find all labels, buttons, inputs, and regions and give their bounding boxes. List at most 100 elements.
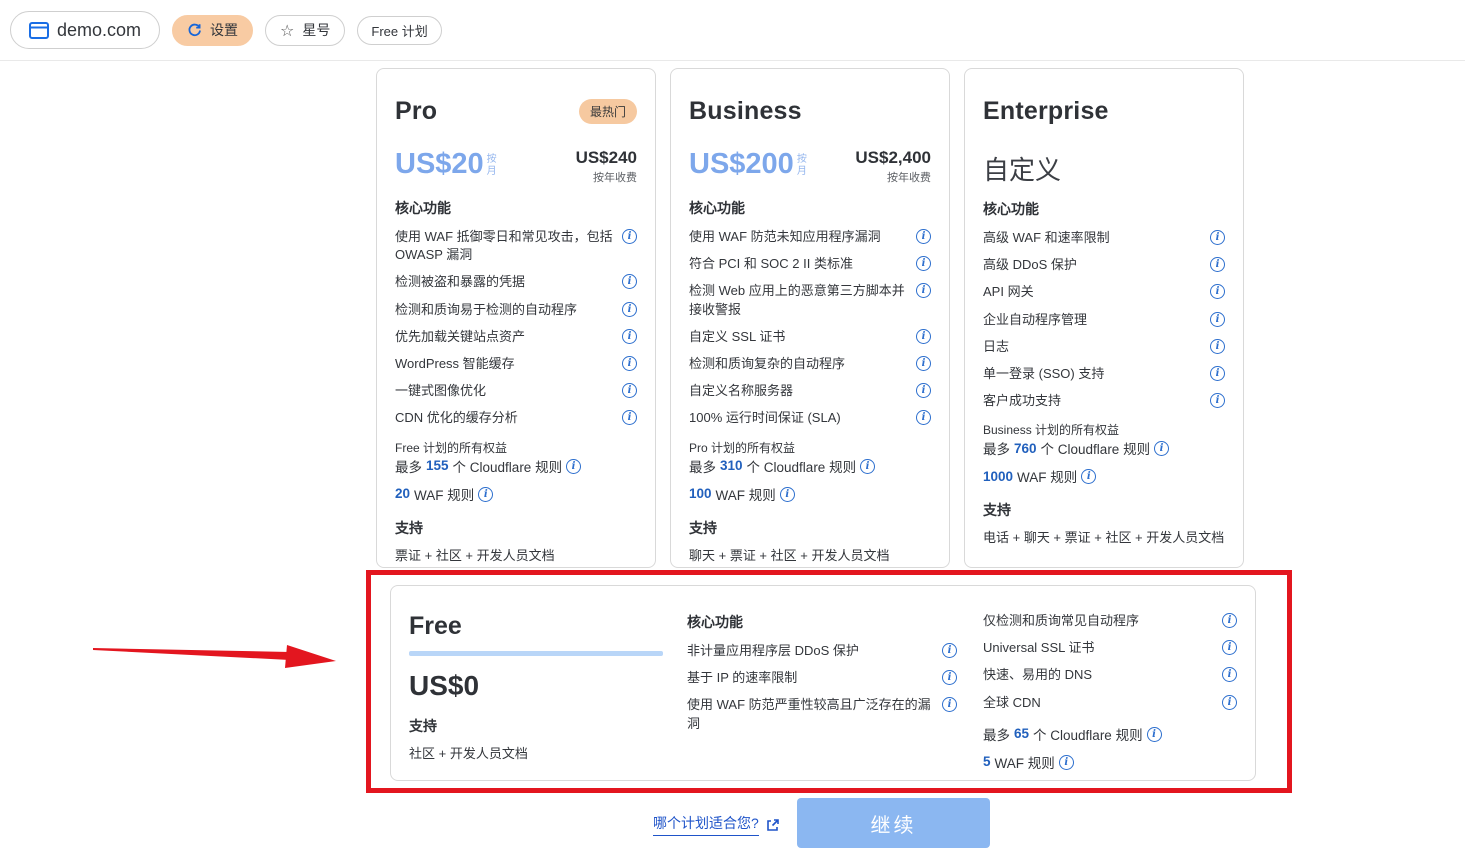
feature-text: 优先加载关键站点资产 (395, 328, 533, 346)
features-heading: 核心功能 (983, 199, 1225, 219)
site-selector[interactable]: demo.com (10, 11, 160, 49)
waf-count: 20 (395, 486, 410, 501)
settings-button[interactable]: 设置 (172, 15, 253, 46)
feature-text: 基于 IP 的速率限制 (687, 669, 805, 687)
feature-text: 高级 DDoS 保护 (983, 256, 1085, 274)
plan-card-pro[interactable]: Pro 最热门 US$20按月 US$240 按年收费 核心功能 使用 WAF … (376, 68, 656, 568)
inherit-note: Free 计划的所有权益 (395, 439, 637, 456)
feature-row: 使用 WAF 防范未知应用程序漏洞 i (689, 228, 931, 246)
free-core-features-column: 核心功能 非计量应用程序层 DDoS 保护 i 基于 IP 的速率限制 i 使用… (687, 612, 983, 762)
feature-row: 高级 DDoS 保护 i (983, 256, 1225, 274)
plan-card-enterprise[interactable]: Enterprise 自定义 核心功能 高级 WAF 和速率限制 i 高级 DD… (964, 68, 1244, 568)
feature-row: 自定义 SSL 证书 i (689, 328, 931, 346)
cloudflare-rules-line: 最多 155 个 Cloudflare 规则 i (395, 456, 637, 476)
waf-suffix: WAF 规则 (995, 752, 1055, 772)
feature-row: API 网关 i (983, 283, 1225, 301)
rules-suffix: 个 Cloudflare 规则 (1041, 438, 1151, 458)
continue-button[interactable]: 继续 (797, 798, 990, 848)
plan-card-header: Pro 最热门 (395, 97, 637, 126)
star-icon: ☆ (280, 21, 294, 40)
info-icon[interactable]: i (942, 697, 957, 712)
feature-text: 单一登录 (SSO) 支持 (983, 365, 1112, 383)
info-icon[interactable]: i (1210, 230, 1225, 245)
info-icon[interactable]: i (1210, 284, 1225, 299)
feature-text: 全球 CDN (983, 694, 1049, 712)
feature-text: API 网关 (983, 283, 1042, 301)
plan-card-free[interactable]: Free US$0 支持 社区 + 开发人员文档 核心功能 非计量应用程序层 D… (390, 585, 1256, 781)
info-icon[interactable]: i (916, 229, 931, 244)
feature-text: 符合 PCI 和 SOC 2 II 类标准 (689, 255, 861, 273)
info-icon[interactable]: i (622, 383, 637, 398)
feature-text: 日志 (983, 338, 1017, 356)
feature-text: 100% 运行时间保证 (SLA) (689, 409, 849, 427)
rules-count: 310 (720, 458, 743, 473)
info-icon[interactable]: i (1210, 339, 1225, 354)
info-icon[interactable]: i (916, 283, 931, 298)
info-icon[interactable]: i (1210, 366, 1225, 381)
info-icon[interactable]: i (1081, 469, 1096, 484)
info-icon[interactable]: i (1222, 695, 1237, 710)
waf-rules-line: 1000 WAF 规则 i (983, 466, 1225, 486)
info-icon[interactable]: i (1222, 613, 1237, 628)
feature-row: 检测和质询复杂的自动程序 i (689, 355, 931, 373)
info-icon[interactable]: i (622, 329, 637, 344)
feature-text: 高级 WAF 和速率限制 (983, 229, 1118, 247)
waf-rules-line: 5 WAF 规则 i (983, 752, 1237, 772)
feature-text: 自定义名称服务器 (689, 382, 801, 400)
plan-name: Enterprise (983, 97, 1109, 126)
info-icon[interactable]: i (1222, 667, 1237, 682)
info-icon[interactable]: i (622, 356, 637, 371)
info-icon[interactable]: i (916, 410, 931, 425)
current-plan-label: Free 计划 (371, 21, 427, 40)
plans-row: Pro 最热门 US$20按月 US$240 按年收费 核心功能 使用 WAF … (376, 68, 1244, 568)
plan-accent-bar (409, 651, 663, 656)
annual-note: 按年收费 (576, 169, 637, 185)
info-icon[interactable]: i (1154, 441, 1169, 456)
info-icon[interactable]: i (1222, 640, 1237, 655)
feature-row: 检测 Web 应用上的恶意第三方脚本并接收警报 i (689, 282, 931, 318)
rules-prefix: 最多 (983, 724, 1010, 744)
info-icon[interactable]: i (566, 459, 581, 474)
info-icon[interactable]: i (1059, 755, 1074, 770)
info-icon[interactable]: i (916, 256, 931, 271)
feature-text: Universal SSL 证书 (983, 639, 1103, 657)
info-icon[interactable]: i (942, 670, 957, 685)
info-icon[interactable]: i (780, 487, 795, 502)
features-heading: 核心功能 (689, 198, 931, 218)
info-icon[interactable]: i (622, 229, 637, 244)
inherit-note: Pro 计划的所有权益 (689, 439, 931, 456)
settings-label: 设置 (210, 20, 238, 40)
info-icon[interactable]: i (1147, 727, 1162, 742)
info-icon[interactable]: i (860, 459, 875, 474)
features-heading: 核心功能 (687, 612, 957, 632)
feature-row: Universal SSL 证书 i (983, 639, 1237, 657)
info-icon[interactable]: i (622, 302, 637, 317)
feature-text: 一键式图像优化 (395, 382, 494, 400)
info-icon[interactable]: i (942, 643, 957, 658)
monthly-price: US$20按月 (395, 148, 500, 181)
info-icon[interactable]: i (1210, 312, 1225, 327)
feature-text: 自定义 SSL 证书 (689, 328, 793, 346)
info-icon[interactable]: i (1210, 393, 1225, 408)
info-icon[interactable]: i (622, 274, 637, 289)
feature-text: 仅检测和质询常见自动程序 (983, 612, 1147, 630)
current-plan-badge[interactable]: Free 计划 (357, 16, 441, 45)
free-extra-features-column: 仅检测和质询常见自动程序 i Universal SSL 证书 i 快速、易用的… (983, 612, 1237, 762)
support-channels: 聊天 + 票证 + 社区 + 开发人员文档 (689, 545, 931, 564)
info-icon[interactable]: i (1210, 257, 1225, 272)
site-name: demo.com (57, 20, 141, 41)
feature-row: 符合 PCI 和 SOC 2 II 类标准 i (689, 255, 931, 273)
info-icon[interactable]: i (916, 356, 931, 371)
info-icon[interactable]: i (916, 383, 931, 398)
plan-card-business[interactable]: Business US$200按月 US$2,400 按年收费 核心功能 使用 … (670, 68, 950, 568)
feature-text: 快速、易用的 DNS (983, 666, 1100, 684)
plan-name: Business (689, 97, 802, 126)
info-icon[interactable]: i (478, 487, 493, 502)
free-summary-column: Free US$0 支持 社区 + 开发人员文档 (409, 612, 687, 762)
plan-card-header: Enterprise (983, 97, 1225, 126)
info-icon[interactable]: i (622, 410, 637, 425)
star-button[interactable]: ☆ 星号 (265, 15, 345, 46)
which-plan-link[interactable]: 哪个计划适合您? (653, 813, 780, 836)
star-label: 星号 (302, 20, 330, 40)
info-icon[interactable]: i (916, 329, 931, 344)
